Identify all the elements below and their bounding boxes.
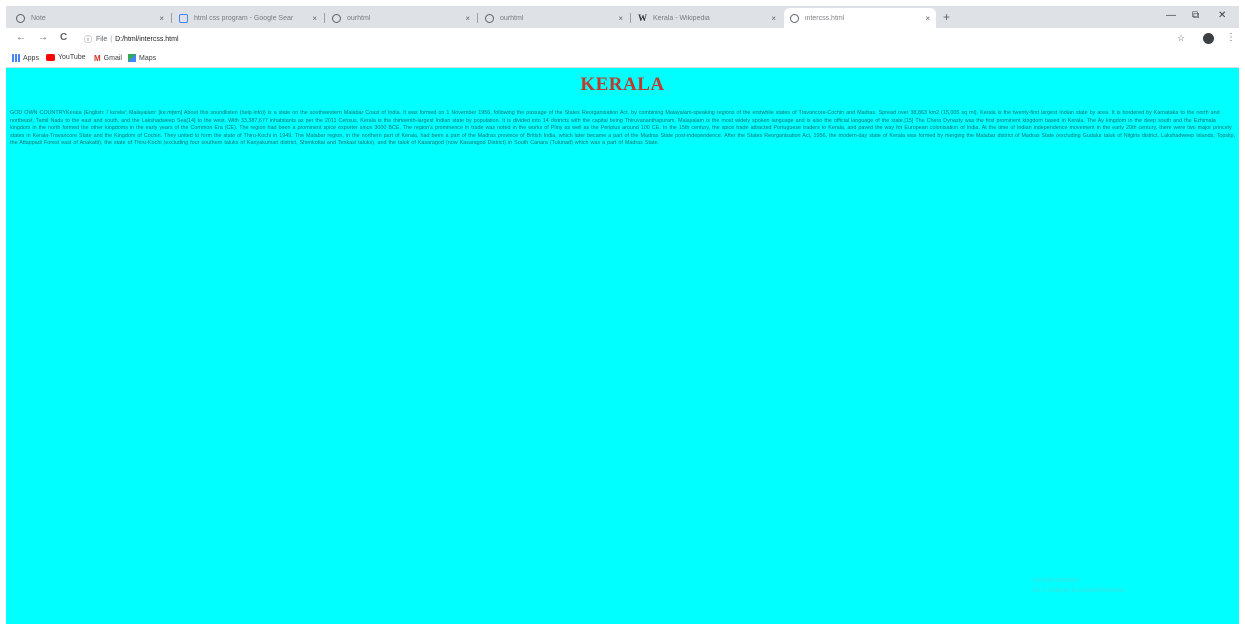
maps-icon [128, 54, 136, 62]
bookmark-label: Maps [139, 54, 157, 62]
globe-icon [332, 13, 341, 23]
url-text[interactable]: D:/html/intercss.html [115, 36, 178, 43]
tab-strip: Note × html css program - Google Sear × … [6, 6, 1239, 28]
close-tab-icon[interactable]: × [618, 14, 623, 23]
tab-title: ourhtml [347, 14, 371, 22]
tab-title: html css program - Google Sear [194, 14, 294, 22]
back-button[interactable]: ← [16, 32, 26, 43]
close-tab-icon[interactable]: × [159, 14, 164, 23]
page-title: KERALA [580, 74, 665, 95]
watermark-line: Activate Windows [1032, 578, 1080, 584]
bookmark-apps[interactable]: Apps [12, 54, 39, 62]
url-separator: | [110, 35, 113, 43]
info-icon[interactable]: ⓘ [84, 34, 92, 45]
tab-intercss[interactable]: intercss.html × [784, 8, 936, 28]
globe-icon [16, 13, 25, 23]
tab-separator [171, 13, 172, 23]
browser-window: Note × html css program - Google Sear × … [6, 6, 1239, 624]
tab-google-search[interactable]: html css program - Google Sear × [173, 8, 323, 28]
tab-separator [324, 13, 325, 23]
bookmark-label: Apps [23, 54, 39, 62]
bookmark-maps[interactable]: Maps [128, 54, 156, 62]
bookmarks-bar: Apps YouTube M Gmail Maps [6, 50, 1239, 68]
profile-avatar[interactable] [1203, 33, 1214, 44]
bookmark-gmail[interactable]: M Gmail [94, 54, 122, 63]
youtube-icon [46, 54, 55, 61]
tab-separator [477, 13, 478, 23]
minimize-button[interactable]: — [1166, 10, 1176, 21]
bookmark-label: Gmail [103, 55, 122, 62]
bookmark-youtube[interactable]: YouTube [46, 54, 86, 61]
url-scheme: File [96, 35, 108, 43]
apps-icon [12, 54, 20, 62]
activate-windows-watermark: Activate Windows Go to Settings to activ… [1032, 576, 1127, 596]
article-paragraph: GOD OWN COUNTRYKerala (English: /ˈkɛrələ… [10, 110, 1235, 147]
watermark-line: Go to Settings to activate Windows. [1032, 588, 1127, 594]
tab-title: Kerala - Wikipedia [653, 14, 710, 22]
bookmark-star-icon[interactable]: ☆ [1177, 33, 1185, 44]
tab-note[interactable]: Note × [10, 8, 170, 28]
globe-icon [790, 13, 799, 23]
forward-button[interactable]: → [38, 32, 48, 43]
close-tab-icon[interactable]: × [465, 14, 470, 23]
tab-title: ourhtml [500, 14, 524, 22]
close-tab-icon[interactable]: × [312, 14, 317, 23]
tab-ourhtml-2[interactable]: ourhtml × [479, 8, 629, 28]
close-tab-icon[interactable]: × [771, 14, 776, 23]
tab-title: intercss.html [805, 14, 845, 22]
globe-icon [485, 13, 494, 23]
new-tab-button[interactable]: + [943, 10, 950, 24]
google-icon [179, 13, 188, 23]
tab-title: Note [31, 14, 46, 22]
close-tab-icon[interactable]: × [925, 14, 930, 23]
address-bar[interactable]: ⓘ File | D:/html/intercss.html [84, 31, 1164, 47]
maximize-button[interactable]: ⧉ [1192, 10, 1199, 21]
close-window-button[interactable]: ✕ [1218, 10, 1226, 21]
tab-separator [630, 13, 631, 23]
menu-icon[interactable]: ⋮ [1226, 32, 1236, 43]
gmail-icon: M [94, 54, 101, 63]
wikipedia-icon: W [638, 12, 647, 23]
browser-toolbar: ← → C ⓘ File | D:/html/intercss.html ☆ ⋮ [6, 28, 1239, 50]
bookmark-label: YouTube [58, 54, 86, 61]
page-content: KERALA GOD OWN COUNTRYKerala (English: /… [6, 68, 1239, 624]
tab-kerala-wikipedia[interactable]: W Kerala - Wikipedia × [632, 8, 782, 28]
tab-ourhtml-1[interactable]: ourhtml × [326, 8, 476, 28]
reload-button[interactable]: C [60, 32, 67, 43]
